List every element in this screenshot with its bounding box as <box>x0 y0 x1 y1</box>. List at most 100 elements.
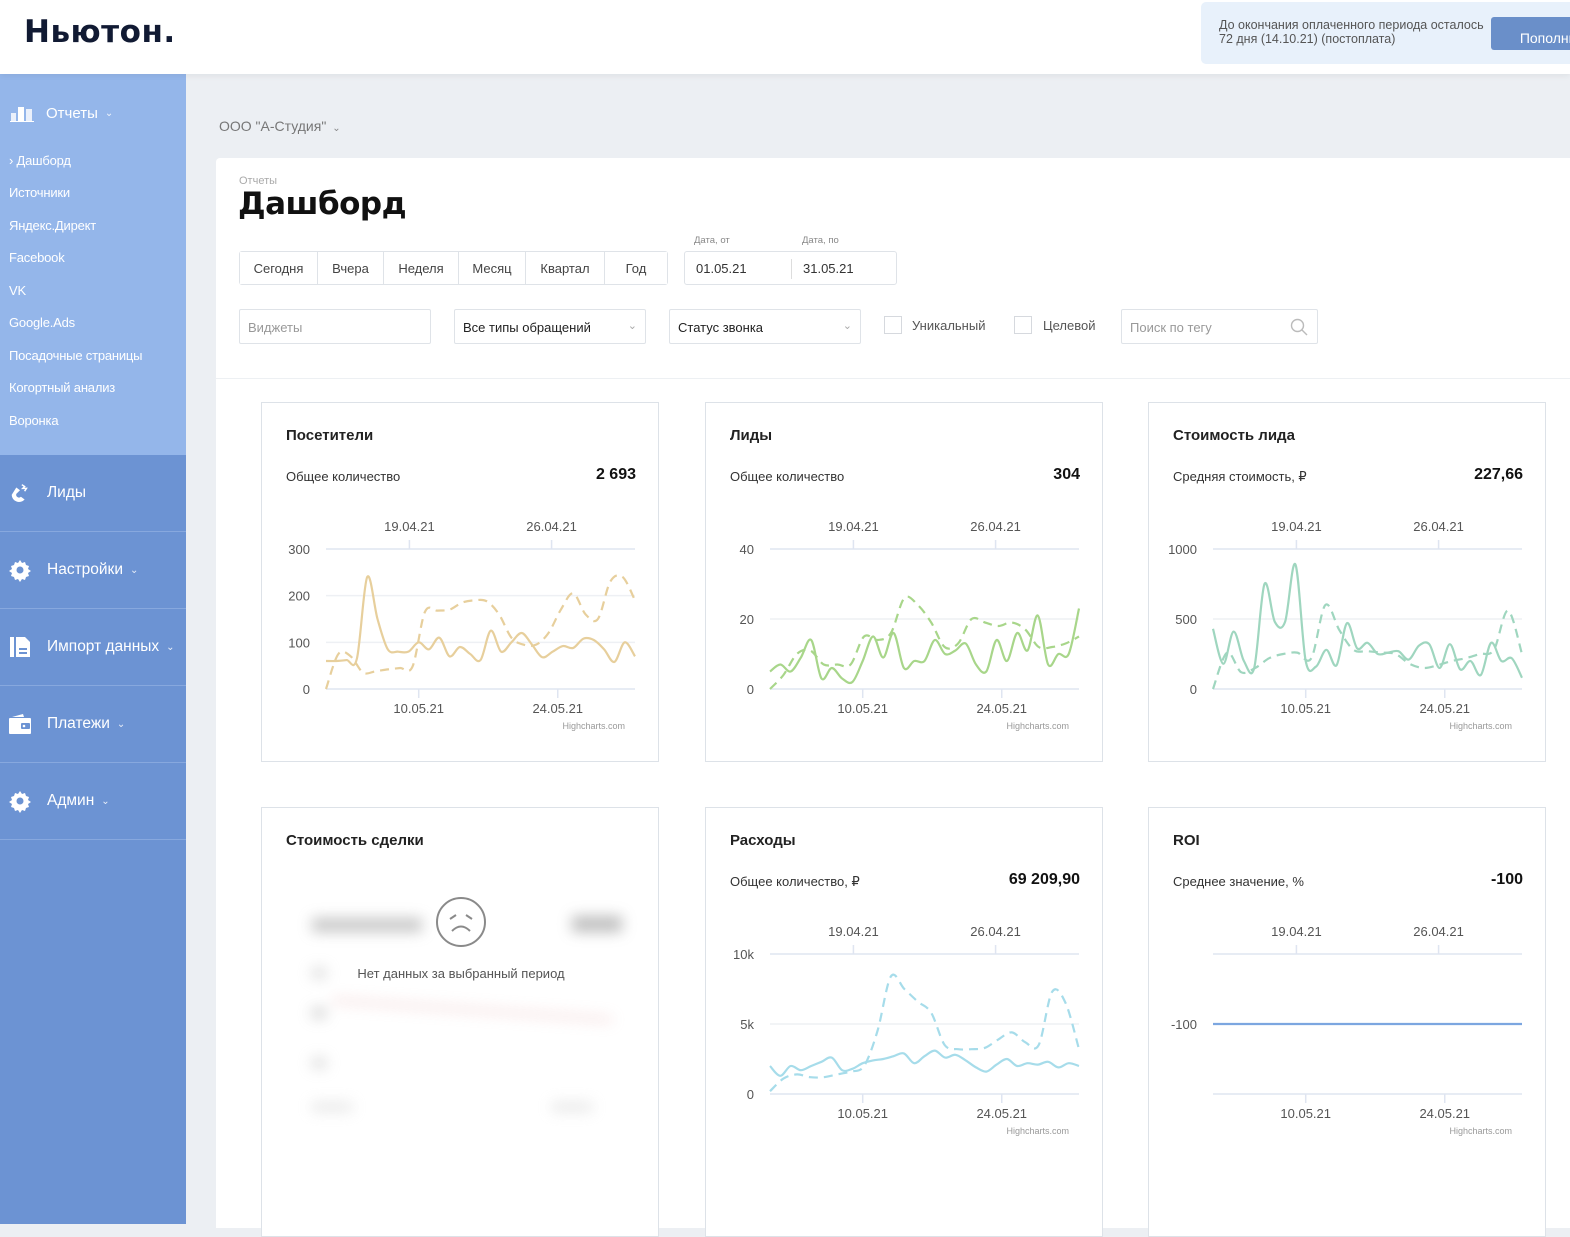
widget-roi: ROIСреднее значение, %-100-10019.04.2126… <box>1148 807 1546 1237</box>
sidebar-item-facebook[interactable]: Facebook <box>9 250 65 265</box>
period-year-button[interactable]: Год <box>605 252 667 284</box>
sidebar-item-payments[interactable]: Платежи ⌄ <box>0 686 186 763</box>
date-separator <box>791 259 792 279</box>
reports-section: Отчеты ⌄ › Дашборд Источники Яндекс.Дире… <box>0 74 186 455</box>
y-tick-label: 10k <box>733 947 754 962</box>
series-line-previous <box>770 975 1079 1092</box>
series-line-current <box>770 1051 1079 1076</box>
widgets-input[interactable]: Виджеты <box>239 309 431 344</box>
sidebar-item-landing-pages[interactable]: Посадочные страницы <box>9 348 142 363</box>
unique-checkbox[interactable] <box>884 316 902 334</box>
sidebar-item-label: Платежи <box>47 715 110 733</box>
metric-value: 304 <box>1053 466 1080 484</box>
sidebar-item-data-import[interactable]: Импорт данных ⌄ <box>0 609 186 686</box>
y-tick-label: -100 <box>1171 1017 1197 1032</box>
x-top-tick-label: 26.04.21 <box>970 519 1021 534</box>
y-tick-label: 0 <box>747 1087 754 1102</box>
sidebar-item-cohort-analysis[interactable]: Когортный анализ <box>9 380 115 395</box>
y-tick-label: 0 <box>747 682 754 697</box>
metric-label: Среднее значение, % <box>1173 874 1304 889</box>
chart-credit[interactable]: Highcharts.com <box>1449 1126 1512 1136</box>
subscription-notice: До окончания оплаченного периода осталос… <box>1201 2 1570 64</box>
widget-title: Лиды <box>730 427 772 444</box>
period-quarter-button[interactable]: Квартал <box>526 252 605 284</box>
gear-icon <box>8 789 32 813</box>
sidebar-item-vk[interactable]: VK <box>9 283 26 298</box>
search-icon[interactable] <box>1289 317 1309 337</box>
chevron-down-icon: ⌄ <box>628 319 637 332</box>
sidebar-item-label: Импорт данных <box>47 638 159 656</box>
y-tick-label: 40 <box>740 542 754 557</box>
widget-title: Посетители <box>286 427 373 444</box>
line-chart: -10019.04.2126.04.2110.05.2124.05.21High… <box>1149 908 1547 1158</box>
x-top-tick-label: 26.04.21 <box>1413 519 1464 534</box>
line-chart: 010020030019.04.2126.04.2110.05.2124.05.… <box>262 503 660 753</box>
request-types-select[interactable]: Все типы обращений ⌄ <box>454 309 646 344</box>
x-bottom-tick-label: 24.05.21 <box>532 701 583 716</box>
chevron-down-icon: ⌄ <box>105 108 113 119</box>
sidebar: Отчеты ⌄ › Дашборд Источники Яндекс.Дире… <box>0 74 186 1224</box>
x-bottom-tick-label: 24.05.21 <box>976 701 1027 716</box>
widget-deal-cost: Стоимость сделки Нет данных за выбранный … <box>261 807 659 1237</box>
target-checkbox-label[interactable]: Целевой <box>1043 318 1095 333</box>
x-top-tick-label: 26.04.21 <box>526 519 577 534</box>
widget-leads: ЛидыОбщее количество3040204019.04.2126.0… <box>705 402 1103 762</box>
request-types-value: Все типы обращений <box>463 320 591 335</box>
company-selector[interactable]: ООО "А-Студия" ⌄ <box>219 118 341 134</box>
wallet-icon <box>8 712 32 736</box>
widget-title: Стоимость сделки <box>286 832 424 849</box>
sidebar-item-funnel[interactable]: Воронка <box>9 413 58 428</box>
x-top-tick-label: 19.04.21 <box>1271 924 1322 939</box>
y-tick-label: 500 <box>1175 612 1197 627</box>
date-from-input[interactable]: 01.05.21 <box>696 261 747 276</box>
sidebar-item-settings[interactable]: Настройки ⌄ <box>0 532 186 609</box>
chart-credit[interactable]: Highcharts.com <box>1449 721 1512 731</box>
no-data-message: Нет данных за выбранный период <box>262 966 660 981</box>
chart-credit[interactable]: Highcharts.com <box>1006 1126 1069 1136</box>
call-status-value: Статус звонка <box>678 320 763 335</box>
sidebar-item-dashboard[interactable]: › Дашборд <box>9 153 71 168</box>
widget-title: Стоимость лида <box>1173 427 1295 444</box>
x-bottom-tick-label: 10.05.21 <box>837 701 888 716</box>
sidebar-item-leads[interactable]: Лиды <box>0 455 186 532</box>
y-tick-label: 20 <box>740 612 754 627</box>
sidebar-reports-toggle[interactable]: Отчеты ⌄ <box>10 104 113 122</box>
sidebar-item-google-ads[interactable]: Google.Ads <box>9 315 75 330</box>
tag-search-input[interactable]: Поиск по тегу <box>1121 309 1318 344</box>
target-checkbox[interactable] <box>1014 316 1032 334</box>
y-tick-label: 200 <box>288 589 310 604</box>
chevron-down-icon: ⌄ <box>117 719 125 730</box>
document-icon <box>8 635 32 659</box>
y-tick-label: 0 <box>303 682 310 697</box>
chevron-down-icon: ⌄ <box>101 796 109 807</box>
chart-credit[interactable]: Highcharts.com <box>1006 721 1069 731</box>
chart-credit[interactable]: Highcharts.com <box>562 721 625 731</box>
metric-value: 227,66 <box>1474 466 1523 484</box>
y-tick-label: 100 <box>288 635 310 650</box>
logo[interactable]: Ньютон. <box>24 14 176 50</box>
period-month-button[interactable]: Месяц <box>459 252 526 284</box>
main-panel: Отчеты Дашборд Сегодня Вчера Неделя Меся… <box>216 158 1570 1228</box>
period-today-button[interactable]: Сегодня <box>240 252 318 284</box>
x-bottom-tick-label: 10.05.21 <box>393 701 444 716</box>
sidebar-item-sources[interactable]: Источники <box>9 185 70 200</box>
unique-checkbox-label[interactable]: Уникальный <box>912 318 985 333</box>
widget-title: Расходы <box>730 832 796 849</box>
sidebar-item-yandex-direct[interactable]: Яндекс.Директ <box>9 218 96 233</box>
metric-value: 69 209,90 <box>1009 871 1080 889</box>
bar-chart-icon <box>10 104 34 122</box>
sidebar-item-admin[interactable]: Админ ⌄ <box>0 763 186 840</box>
y-tick-label: 1000 <box>1168 542 1197 557</box>
period-week-button[interactable]: Неделя <box>384 252 459 284</box>
company-name: ООО "А-Студия" <box>219 118 326 134</box>
sidebar-item-label: Админ <box>47 792 94 810</box>
call-status-select[interactable]: Статус звонка ⌄ <box>669 309 861 344</box>
y-tick-label: 5k <box>740 1017 754 1032</box>
date-range-picker: 01.05.21 31.05.21 <box>684 251 897 285</box>
metric-value: 2 693 <box>596 466 636 484</box>
date-to-input[interactable]: 31.05.21 <box>803 261 854 276</box>
chevron-down-icon: ⌄ <box>332 123 340 134</box>
period-yesterday-button[interactable]: Вчера <box>318 252 384 284</box>
top-up-button[interactable]: Пополнить <box>1491 17 1570 50</box>
x-bottom-tick-label: 24.05.21 <box>1419 1106 1470 1121</box>
